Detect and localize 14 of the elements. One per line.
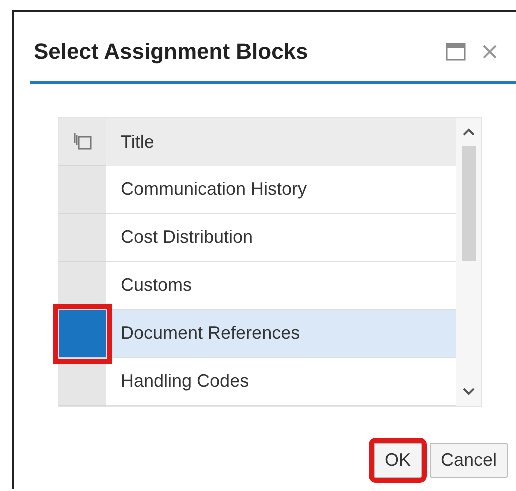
dialog-title: Select Assignment Blocks (34, 39, 310, 65)
table-cell[interactable]: Document References (106, 310, 456, 358)
chevron-up-icon[interactable] (462, 128, 474, 136)
chevron-down-icon[interactable] (462, 388, 474, 396)
scrollbar-thumb[interactable] (462, 146, 476, 261)
cancel-button[interactable]: Cancel (430, 443, 508, 478)
row-selector[interactable] (59, 262, 106, 310)
close-icon[interactable] (482, 44, 498, 60)
copy-icon[interactable] (72, 130, 94, 152)
scrollbar[interactable] (456, 118, 481, 406)
column-header[interactable]: Title (106, 118, 456, 166)
maximize-icon[interactable] (446, 43, 466, 61)
row-selector[interactable] (59, 358, 106, 406)
table-cell[interactable]: Handling Codes (106, 358, 456, 406)
